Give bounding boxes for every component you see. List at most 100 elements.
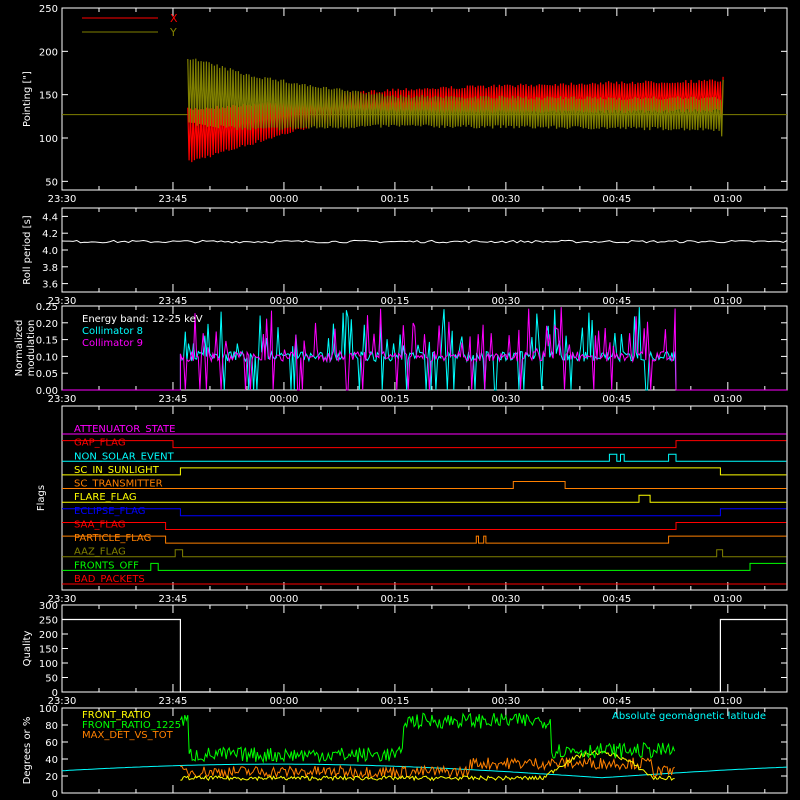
y-tick-label-1-1: 3.8 xyxy=(42,263,58,274)
panel-frame-1 xyxy=(61,207,788,293)
modulation-legend-0: Collimator 8 xyxy=(82,326,143,337)
x-tick-label-2-0: 23:30 xyxy=(48,394,77,405)
y-axis-label-4: Quality xyxy=(22,631,33,667)
y-tick-label-0-3: 200 xyxy=(39,47,58,58)
x-tick-label-4-6: 01:00 xyxy=(713,696,742,707)
y-tick-label-5-3: 60 xyxy=(45,738,58,749)
degrees-legend-2: MAX_DET_VS_TOT xyxy=(82,730,174,741)
x-tick-label-1-2: 00:00 xyxy=(270,296,299,307)
x-tick-label-1-4: 00:30 xyxy=(491,296,520,307)
front-ratio-line xyxy=(180,750,675,782)
x-tick-label-4-2: 00:00 xyxy=(270,696,299,707)
flag-trace-sc-transmitter xyxy=(62,481,787,489)
x-tick-label-3-6: 01:00 xyxy=(713,594,742,605)
x-tick-label-2-6: 01:00 xyxy=(713,394,742,405)
flag-label-particle-flag: PARTICLE_FLAG xyxy=(74,533,151,544)
y-tick-label-2-3: 0.15 xyxy=(36,336,58,347)
y-tick-label-4-1: 50 xyxy=(45,674,58,685)
flag-trace-flare-flag xyxy=(62,494,787,503)
y-tick-label-4-4: 200 xyxy=(39,630,58,641)
y-tick-label-5-1: 20 xyxy=(45,772,58,783)
flag-label-non-solar-event: NON_SOLAR_EVENT xyxy=(74,451,175,462)
modulation-legend-1: Collimator 9 xyxy=(82,338,143,349)
x-tick-label-2-1: 23:45 xyxy=(159,394,188,405)
x-tick-label-0-3: 00:15 xyxy=(380,194,409,205)
y-tick-label-5-4: 80 xyxy=(45,721,58,732)
x-tick-label-1-3: 00:15 xyxy=(380,296,409,307)
x-tick-label-0-0: 23:30 xyxy=(48,194,77,205)
x-tick-label-1-1: 23:45 xyxy=(159,296,188,307)
x-tick-label-3-1: 23:45 xyxy=(159,594,188,605)
y-tick-label-1-4: 4.4 xyxy=(42,212,58,223)
y-tick-label-4-5: 250 xyxy=(39,616,58,627)
flag-label-flare-flag: FLARE_FLAG xyxy=(74,492,137,503)
x-tick-label-0-6: 01:00 xyxy=(713,194,742,205)
flag-trace-fronts-off xyxy=(62,562,787,571)
x-tick-label-1-5: 00:45 xyxy=(602,296,631,307)
y-tick-label-1-3: 4.2 xyxy=(42,229,58,240)
y-tick-label-2-1: 0.05 xyxy=(36,369,58,380)
y-tick-label-0-4: 250 xyxy=(39,4,58,15)
front-ratio-1225-line xyxy=(179,712,676,764)
y-tick-label-4-3: 150 xyxy=(39,645,58,656)
panel-frame-4 xyxy=(61,604,788,693)
x-tick-label-1-6: 01:00 xyxy=(713,296,742,307)
flag-label-sc-in-sunlight: SC_IN_SUNLIGHT xyxy=(74,465,160,476)
y-tick-label-5-2: 40 xyxy=(45,755,58,766)
chart-canvas: 5010015020025023:30 23:45 00:00 00:15 00:30 0… xyxy=(14,4,788,800)
y-axis-label-0: Pointing ["] xyxy=(22,71,33,127)
flag-trace-gap-flag xyxy=(62,440,787,449)
flag-trace-particle-flag xyxy=(62,535,787,544)
x-tick-label-2-5: 00:45 xyxy=(602,394,631,405)
flag-label-aaz-flag: AAZ_FLAG xyxy=(74,547,126,558)
x-tick-label-4-3: 00:15 xyxy=(380,696,409,707)
flag-trace-aaz-flag xyxy=(62,549,787,558)
degrees-legend-3: Absolute geomagnetic latitude xyxy=(612,711,766,722)
y-tick-label-0-2: 150 xyxy=(39,91,58,102)
quality-line xyxy=(62,618,787,693)
y-tick-label-0-1: 100 xyxy=(39,134,58,145)
x-tick-label-2-3: 00:15 xyxy=(380,394,409,405)
x-tick-label-4-1: 23:45 xyxy=(159,696,188,707)
y-tick-label-0-0: 50 xyxy=(45,177,58,188)
y-axis-label-3: Flags xyxy=(36,485,47,511)
y-tick-label-1-2: 4.0 xyxy=(42,246,58,257)
x-tick-label-3-3: 00:15 xyxy=(380,594,409,605)
x-tick-label-0-1: 23:45 xyxy=(159,194,188,205)
legend-label-y: Y xyxy=(169,26,177,39)
x-tick-label-0-5: 00:45 xyxy=(602,194,631,205)
flag-label-gap-flag: GAP_FLAG xyxy=(74,438,126,449)
flag-label-fronts-off: FRONTS_OFF xyxy=(74,560,139,571)
flag-trace-saa-flag xyxy=(62,522,787,530)
x-tick-label-2-4: 00:30 xyxy=(491,394,520,405)
x-tick-label-3-5: 00:45 xyxy=(602,594,631,605)
y-tick-label-2-5: 0.25 xyxy=(36,302,58,313)
legend-label-x: X xyxy=(170,12,178,25)
y-tick-label-1-0: 3.6 xyxy=(42,280,58,291)
y-axis-label-2: modulation xyxy=(26,320,37,377)
x-tick-label-3-4: 00:30 xyxy=(491,594,520,605)
flag-label-attenuator-state: ATTENUATOR_STATE xyxy=(74,424,175,435)
flag-trace-eclipse-flag xyxy=(62,508,787,517)
y-axis-label-5: Degrees or % xyxy=(22,717,33,785)
flag-label-sc-transmitter: SC_TRANSMITTER xyxy=(74,479,163,490)
x-tick-label-2-2: 00:00 xyxy=(270,394,299,405)
x-tick-label-3-2: 00:00 xyxy=(270,594,299,605)
x-tick-label-0-4: 00:30 xyxy=(491,194,520,205)
flag-trace-sc-in-sunlight xyxy=(62,467,787,476)
flag-label-eclipse-flag: ECLIPSE_FLAG xyxy=(74,506,145,517)
x-tick-label-4-4: 00:30 xyxy=(491,696,520,707)
y-axis-label-2a: Normalized xyxy=(14,320,25,377)
x-tick-label-4-5: 00:45 xyxy=(602,696,631,707)
y-axis-label-1: Roll period [s] xyxy=(22,215,33,284)
y-tick-label-5-0: 0 xyxy=(52,789,58,800)
y-tick-label-5-5: 100 xyxy=(39,704,58,715)
energy-band-label: Energy band: 12-25 keV xyxy=(82,314,203,325)
flag-label-saa-flag: SAA_FLAG xyxy=(74,519,125,530)
y-tick-label-2-2: 0.10 xyxy=(36,352,58,363)
flag-label-bad-packets: BAD_PACKETS xyxy=(74,574,145,585)
y-tick-label-2-4: 0.20 xyxy=(36,319,58,330)
x-tick-label-0-2: 00:00 xyxy=(270,194,299,205)
y-tick-label-4-6: 300 xyxy=(39,601,58,612)
y-tick-label-4-2: 100 xyxy=(39,659,58,670)
